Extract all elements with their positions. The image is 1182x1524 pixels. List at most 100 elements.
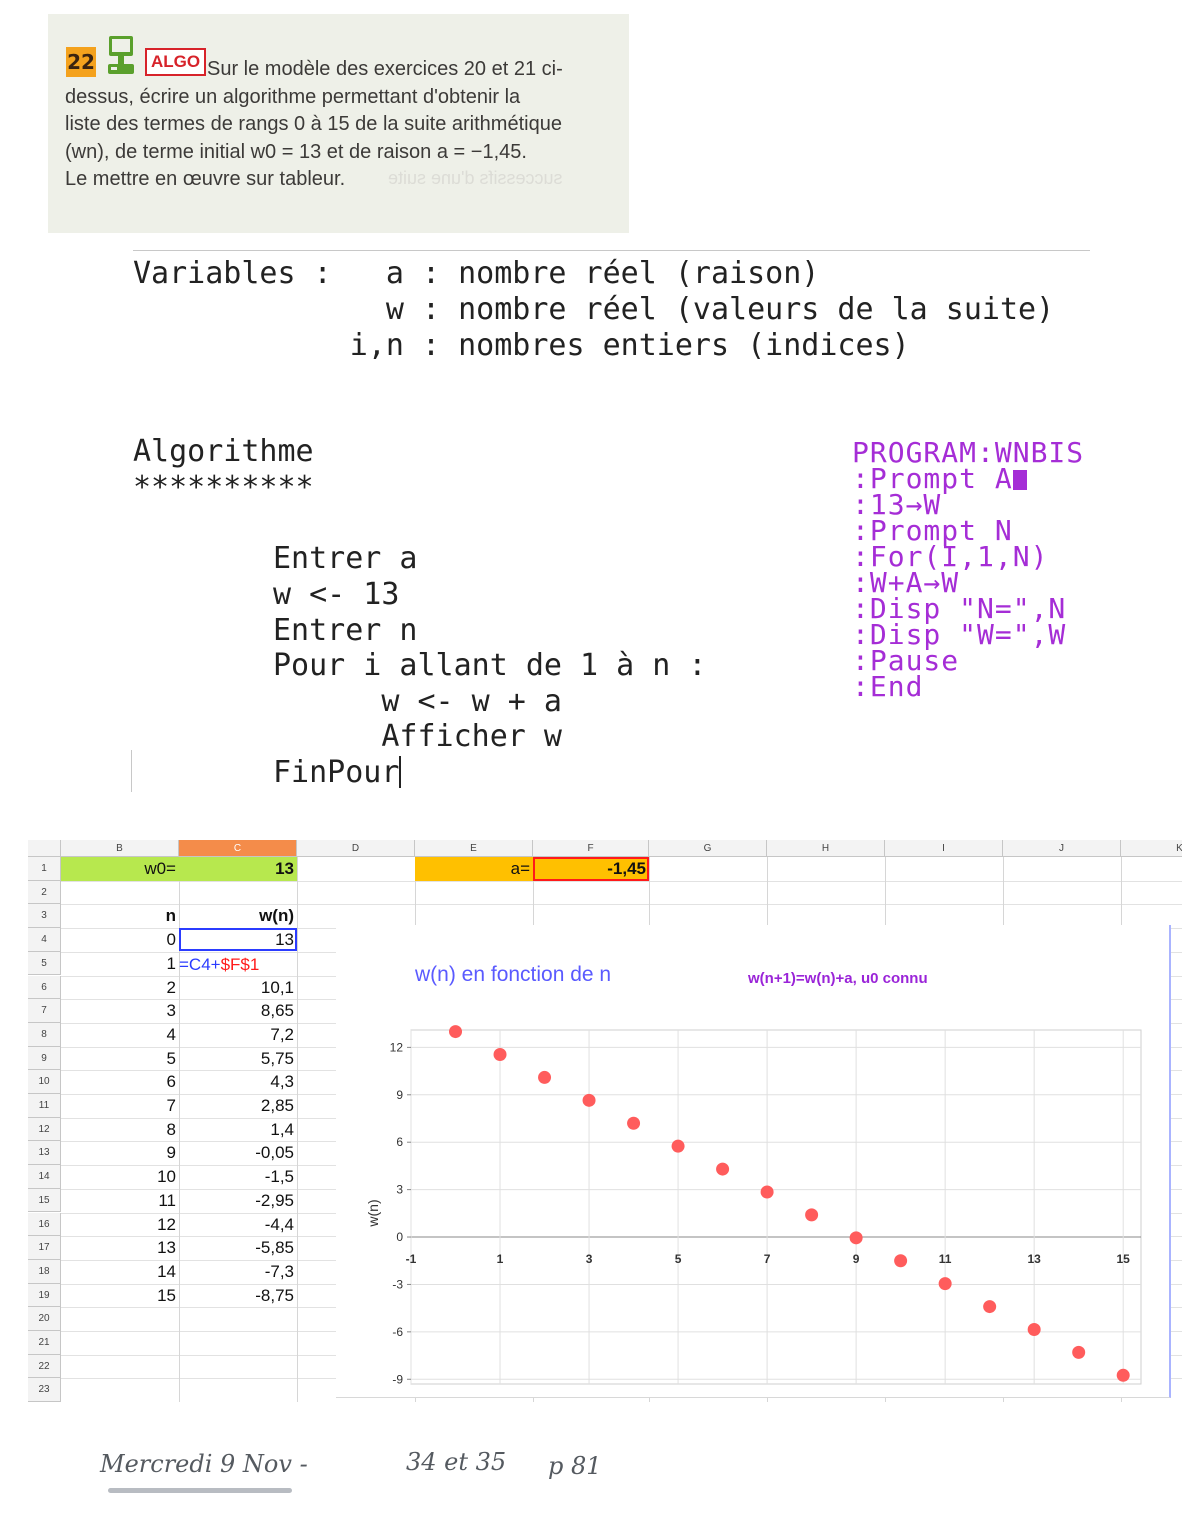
w-cell[interactable]: -5,85 xyxy=(179,1238,294,1258)
row-header[interactable]: 20 xyxy=(28,1307,61,1331)
column-header-f[interactable]: F xyxy=(533,840,649,857)
x-tick-label: 5 xyxy=(675,1252,682,1266)
data-point xyxy=(538,1070,552,1084)
y-tick-label: 12 xyxy=(390,1040,404,1054)
w-cell[interactable]: 1,4 xyxy=(179,1120,294,1140)
w-header[interactable]: w(n) xyxy=(179,906,294,926)
n-header[interactable]: n xyxy=(61,906,176,926)
n-cell[interactable]: 3 xyxy=(61,1001,176,1021)
corner-cell[interactable] xyxy=(28,840,61,857)
n-cell[interactable]: 4 xyxy=(61,1025,176,1045)
w-cell[interactable]: 8,65 xyxy=(179,1001,294,1021)
calc-line: :End xyxy=(852,670,924,703)
n-cell[interactable]: 0 xyxy=(61,930,176,950)
row-header[interactable]: 6 xyxy=(28,975,61,1000)
y-tick-label: -6 xyxy=(392,1325,403,1339)
data-point xyxy=(627,1116,641,1130)
w-cell[interactable]: 4,3 xyxy=(179,1072,294,1092)
data-point xyxy=(849,1231,863,1245)
w-cell[interactable]: 2,85 xyxy=(179,1096,294,1116)
column-header-c[interactable]: C xyxy=(179,840,297,857)
variables-line: i,n : nombres entiers (indices) xyxy=(133,328,910,363)
row-header[interactable]: 23 xyxy=(28,1378,61,1402)
w-cell[interactable]: 5,75 xyxy=(179,1049,294,1069)
row-header[interactable]: 19 xyxy=(28,1283,61,1308)
x-tick-label: 13 xyxy=(1027,1252,1041,1266)
w-cell[interactable]: -2,95 xyxy=(179,1191,294,1211)
w-cell[interactable]: 13 xyxy=(179,930,294,950)
row-header[interactable]: 16 xyxy=(28,1212,61,1237)
algorithm-step: Entrer a xyxy=(273,541,418,576)
a-value-cell[interactable]: -1,45 xyxy=(533,859,646,879)
exercise-line: Sur le modèle des exercices 20 et 21 ci- xyxy=(207,58,563,80)
row-header[interactable]: 4 xyxy=(28,928,61,952)
formula-cell-c5[interactable]: =C4+$F$1 xyxy=(179,955,259,975)
algorithm-stars: ********** xyxy=(133,470,314,505)
row-header[interactable]: 5 xyxy=(28,951,61,976)
w-cell[interactable]: 10,1 xyxy=(179,978,294,998)
row-header[interactable]: 15 xyxy=(28,1188,61,1213)
row-header[interactable]: 10 xyxy=(28,1070,61,1094)
exercise-line: dessus, écrire un algorithme permettant … xyxy=(65,85,521,108)
column-header-g[interactable]: G xyxy=(649,840,767,857)
column-header-b[interactable]: B xyxy=(61,840,179,857)
a-label[interactable]: a= xyxy=(415,859,530,879)
data-point xyxy=(894,1254,908,1268)
row-header[interactable]: 11 xyxy=(28,1094,61,1118)
n-cell[interactable]: 10 xyxy=(61,1167,176,1187)
n-cell[interactable]: 12 xyxy=(61,1215,176,1235)
n-cell[interactable]: 7 xyxy=(61,1096,176,1116)
data-point xyxy=(1027,1322,1041,1336)
row-header[interactable]: 7 xyxy=(28,999,61,1023)
y-tick-label: 3 xyxy=(396,1183,403,1197)
n-cell[interactable]: 13 xyxy=(61,1238,176,1258)
y-tick-label: 6 xyxy=(396,1135,403,1149)
row-header[interactable]: 17 xyxy=(28,1236,61,1260)
w0-value-cell[interactable]: 13 xyxy=(179,859,294,879)
handwritten-date: Mercredi 9 Nov - xyxy=(100,1450,308,1478)
row-header[interactable]: 22 xyxy=(28,1354,61,1379)
chart-canvas: w(n) en fonction de n w(n+1)=w(n)+a, u0 … xyxy=(365,963,1142,1386)
n-cell[interactable]: 6 xyxy=(61,1072,176,1092)
n-cell[interactable]: 5 xyxy=(61,1049,176,1069)
w0-label[interactable]: w0= xyxy=(61,859,176,879)
column-header-d[interactable]: D xyxy=(297,840,415,857)
w-cell[interactable]: -8,75 xyxy=(179,1286,294,1306)
variables-line: Variables : a : nombre réel (raison) xyxy=(133,256,820,291)
column-header-h[interactable]: H xyxy=(767,840,885,857)
row-header[interactable]: 12 xyxy=(28,1117,61,1142)
row-header[interactable]: 18 xyxy=(28,1259,61,1284)
w-cell[interactable]: -7,3 xyxy=(179,1262,294,1282)
n-cell[interactable]: 11 xyxy=(61,1191,176,1211)
row-header[interactable]: 14 xyxy=(28,1165,61,1189)
row-header[interactable]: 21 xyxy=(28,1331,61,1355)
n-cell[interactable]: 14 xyxy=(61,1262,176,1282)
n-cell[interactable]: 15 xyxy=(61,1286,176,1306)
algorithm-step: Pour i allant de 1 à n : xyxy=(273,648,707,683)
handwritten-page: p 81 xyxy=(548,1452,602,1480)
row-header[interactable]: 3 xyxy=(28,904,61,929)
column-header-j[interactable]: J xyxy=(1003,840,1121,857)
scatter-chart[interactable]: w(n) en fonction de n w(n+1)=w(n)+a, u0 … xyxy=(336,925,1171,1398)
row-header[interactable]: 1 xyxy=(28,857,61,881)
n-cell[interactable]: 2 xyxy=(61,978,176,998)
row-header[interactable]: 2 xyxy=(28,880,61,905)
n-cell[interactable]: 9 xyxy=(61,1143,176,1163)
row-header[interactable]: 13 xyxy=(28,1141,61,1166)
column-header-k[interactable]: K xyxy=(1121,840,1182,857)
column-header-e[interactable]: E xyxy=(415,840,533,857)
variables-line: w : nombre réel (valeurs de la suite) xyxy=(133,292,1055,327)
n-cell[interactable]: 1 xyxy=(61,954,176,974)
underline xyxy=(108,1488,292,1493)
w-cell[interactable]: -4,4 xyxy=(179,1215,294,1235)
algorithm-step-last: FinPour xyxy=(273,755,402,790)
w-cell[interactable]: 7,2 xyxy=(179,1025,294,1045)
w-cell[interactable]: -1,5 xyxy=(179,1167,294,1187)
column-header-i[interactable]: I xyxy=(885,840,1003,857)
x-tick-label: 3 xyxy=(586,1252,593,1266)
n-cell[interactable]: 8 xyxy=(61,1120,176,1140)
row-header[interactable]: 9 xyxy=(28,1046,61,1071)
w-cell[interactable]: -0,05 xyxy=(179,1143,294,1163)
row-header[interactable]: 8 xyxy=(28,1022,61,1047)
chart-subtitle: w(n+1)=w(n)+a, u0 connu xyxy=(747,970,928,987)
